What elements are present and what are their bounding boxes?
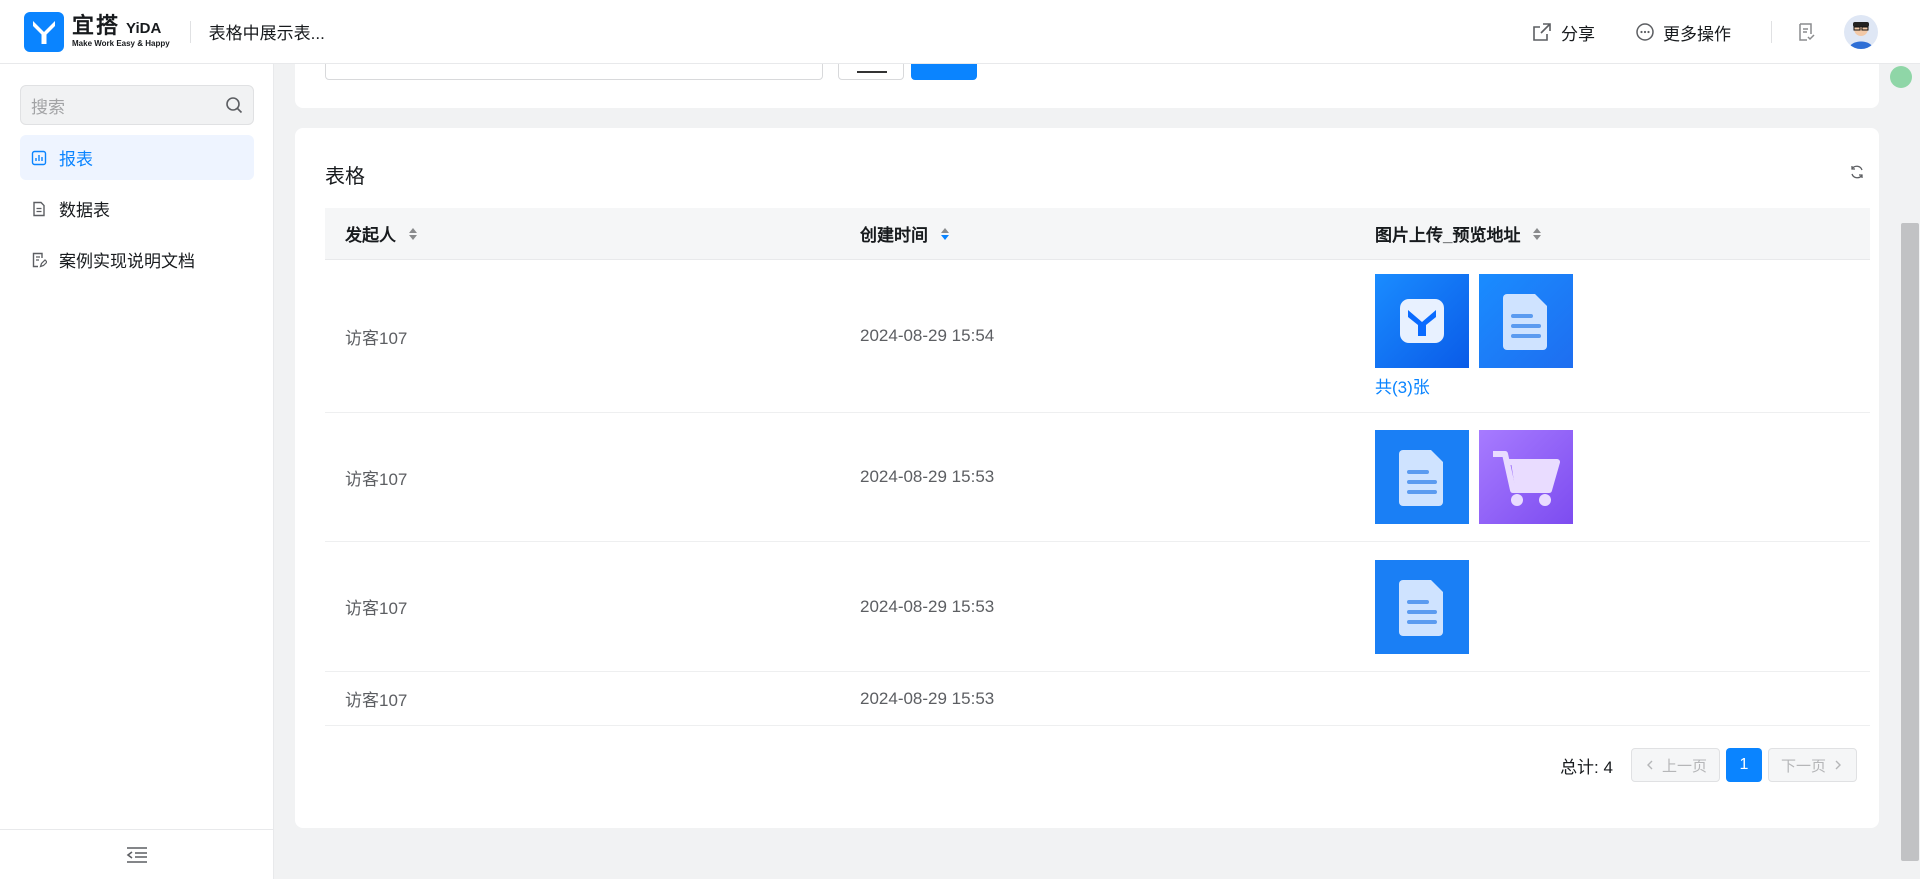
cell-created: 2024-08-29 15:53	[860, 467, 995, 486]
pagination: 总计: 4 上一页 1 下一页	[1560, 748, 1857, 782]
todo-icon[interactable]	[1796, 22, 1816, 42]
logo-en-text: YiDA	[126, 20, 162, 37]
more-icon	[1636, 23, 1654, 41]
prev-page-button[interactable]: 上一页	[1630, 748, 1720, 782]
column-header-initiator[interactable]: 发起人	[325, 221, 840, 246]
more-actions-button[interactable]: 更多操作	[1635, 20, 1731, 45]
sidebar-item-label: 数据表	[59, 201, 110, 220]
cell-images	[1355, 672, 1870, 725]
document-image[interactable]	[1375, 559, 1469, 654]
cell-created: 2024-08-29 15:53	[860, 596, 995, 616]
cell-initiator: 访客107	[345, 691, 408, 710]
reset-button[interactable]	[838, 64, 904, 80]
total-count: 总计: 4	[1560, 757, 1613, 777]
share-icon	[1533, 23, 1551, 41]
cell-images	[1355, 413, 1870, 541]
search-icon[interactable]	[225, 96, 243, 114]
card-title: 表格	[325, 166, 365, 188]
data-table: 发起人 创建时间 图片上传_预览地址 访客107 2024-08-29 15:5…	[325, 208, 1870, 726]
collapse-sidebar-icon[interactable]	[126, 846, 148, 864]
cell-images: 共(3)张	[1355, 260, 1870, 412]
sidebar-item-case-doc[interactable]: 案例实现说明文档	[20, 237, 254, 282]
sidebar-item-report[interactable]: 报表	[20, 135, 254, 180]
cell-initiator: 访客107	[345, 599, 408, 618]
header-right-divider	[1771, 21, 1772, 43]
scrollbar-thumb[interactable]	[1901, 223, 1919, 861]
yida-logo-icon	[24, 11, 64, 52]
sidebar-item-label: 报表	[59, 150, 93, 169]
app-title[interactable]: 表格中展示表...	[209, 19, 325, 44]
table-row[interactable]: 访客107 2024-08-29 15:53	[325, 413, 1870, 542]
sort-icon[interactable]	[408, 226, 418, 242]
cell-created: 2024-08-29 15:53	[860, 688, 995, 708]
search-input[interactable]: 搜索	[31, 93, 225, 118]
sidebar-collapse-bar	[0, 829, 274, 879]
image-count-link[interactable]: 共(3)张	[1375, 373, 1430, 398]
table-header: 发起人 创建时间 图片上传_预览地址	[325, 208, 1870, 260]
chart-icon	[31, 150, 47, 165]
sidebar-item-label: 案例实现说明文档	[59, 252, 195, 271]
table-row[interactable]: 访客107 2024-08-29 15:53	[325, 542, 1870, 672]
column-header-created[interactable]: 创建时间	[840, 221, 1355, 246]
refresh-icon[interactable]	[1849, 164, 1865, 180]
document-icon	[33, 201, 45, 216]
cell-images	[1355, 542, 1870, 671]
top-header: 宜搭 YiDA Make Work Easy & Happy 表格中展示表... …	[0, 0, 1920, 64]
sidebar-item-datatable[interactable]: 数据表	[20, 186, 254, 231]
table-row[interactable]: 访客107 2024-08-29 15:54 共(3)张	[325, 260, 1870, 413]
filter-card	[295, 64, 1879, 108]
cell-initiator: 访客107	[345, 469, 408, 489]
chevron-right-icon	[1835, 760, 1841, 770]
cell-created: 2024-08-29 15:54	[860, 326, 995, 345]
header-divider	[189, 20, 191, 43]
page-number-current[interactable]: 1	[1725, 748, 1762, 782]
share-button[interactable]: 分享	[1531, 20, 1595, 45]
sidebar: 搜索 报表 数据表 案例实现说明文档	[0, 64, 274, 879]
table-row[interactable]: 访客107 2024-08-29 15:53	[325, 672, 1870, 726]
edit-document-icon	[32, 252, 47, 267]
search-button[interactable]	[911, 64, 977, 80]
more-actions-label: 更多操作	[1663, 24, 1731, 44]
cart-image[interactable]	[1479, 430, 1573, 524]
sort-icon[interactable]	[940, 226, 950, 242]
next-page-button[interactable]: 下一页	[1767, 748, 1857, 782]
logo-cn-text: 宜搭	[72, 13, 121, 38]
document-image[interactable]	[1479, 274, 1573, 368]
table-card: 表格 发起人 创建时间 图片上传_预览地址 访客107 2024-08-29 1…	[295, 128, 1879, 828]
document-image[interactable]	[1375, 430, 1469, 524]
share-label: 分享	[1561, 24, 1595, 44]
column-header-images[interactable]: 图片上传_预览地址	[1355, 221, 1870, 246]
sidebar-nav: 报表 数据表 案例实现说明文档	[20, 135, 254, 288]
floating-assistant-icon[interactable]	[1890, 66, 1912, 88]
yida-logo[interactable]: 宜搭 YiDA Make Work Easy & Happy	[24, 11, 170, 52]
cell-initiator: 访客107	[345, 328, 408, 348]
user-avatar[interactable]	[1844, 15, 1878, 49]
yida-logo-image[interactable]	[1375, 274, 1469, 368]
sidebar-search[interactable]: 搜索	[20, 85, 254, 125]
filter-input[interactable]	[325, 64, 823, 80]
sort-icon[interactable]	[1532, 226, 1542, 242]
chevron-left-icon	[1646, 760, 1653, 770]
logo-slogan: Make Work Easy & Happy	[72, 39, 170, 48]
